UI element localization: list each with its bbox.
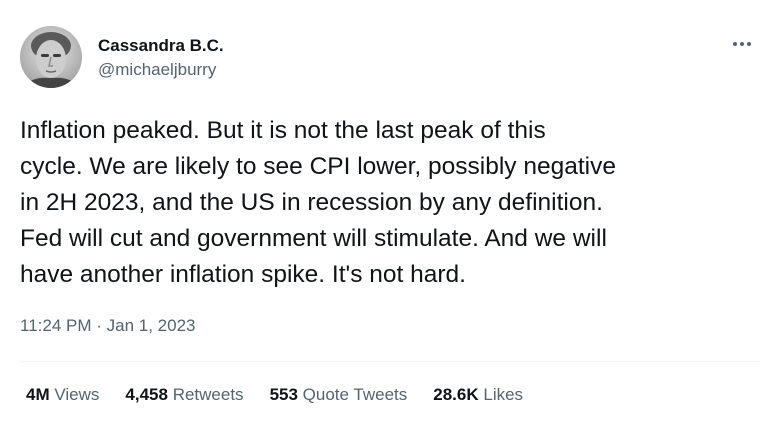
tweet-date-link[interactable]: Jan 1, 2023 — [107, 316, 196, 335]
more-options-button[interactable] — [724, 30, 760, 58]
timestamp-separator: · — [91, 316, 107, 335]
author-avatar[interactable] — [20, 26, 82, 88]
retweets-count: 4,458 — [125, 385, 168, 404]
views-count: 4M — [26, 385, 50, 404]
tweet-text: Inflation peaked. But it is not the last… — [20, 113, 760, 293]
tweet-text-line: Inflation peaked. But it is not the last… — [20, 117, 546, 144]
likes-label: Likes — [483, 385, 524, 404]
quote-tweets-count: 553 — [269, 385, 298, 404]
retweets-label: Retweets — [172, 385, 244, 404]
quote-tweets-stat[interactable]: 553 Quote Tweets — [270, 385, 408, 405]
divider — [20, 361, 760, 362]
author-display-name[interactable]: Cassandra B.C. — [98, 36, 224, 56]
likes-stat[interactable]: 28.6K Likes — [433, 385, 523, 405]
quote-tweets-label: Quote Tweets — [302, 385, 408, 404]
author-handle[interactable]: @michaeljburry — [98, 60, 216, 80]
views-label: Views — [54, 385, 100, 404]
user-photo-avatar-icon — [20, 26, 82, 88]
tweet-text-line: Fed will cut and government will stimula… — [20, 225, 607, 252]
tweet-text-line: cycle. We are likely to see CPI lower, p… — [20, 153, 616, 180]
tweet-text-line: in 2H 2023, and the US in recession by a… — [20, 189, 603, 216]
tweet-text-line: have another inflation spike. It's not h… — [20, 261, 466, 288]
likes-count: 28.6K — [433, 385, 479, 404]
tweet-time-link[interactable]: 11:24 PM — [20, 316, 92, 335]
views-stat[interactable]: 4M Views — [26, 385, 99, 405]
more-dots-icon — [733, 42, 751, 46]
tweet-stats: 4M Views 4,458 Retweets 553 Quote Tweets… — [26, 385, 549, 405]
tweet-timestamp: 11:24 PM · Jan 1, 2023 — [20, 316, 195, 336]
retweets-stat[interactable]: 4,458 Retweets — [125, 385, 243, 405]
